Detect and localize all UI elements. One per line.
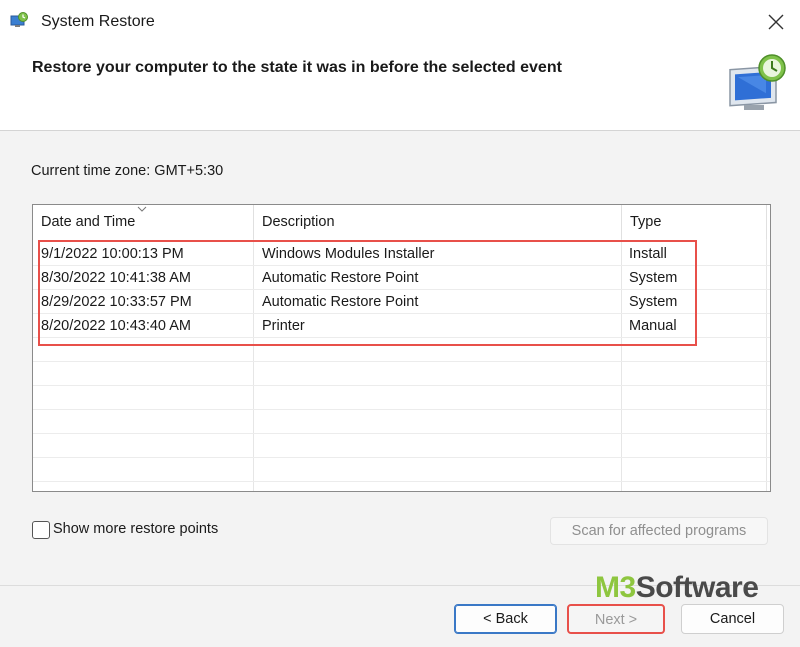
m3-software-watermark: M3Software <box>595 571 759 605</box>
close-button[interactable] <box>762 8 790 36</box>
watermark-software: Software <box>635 571 759 604</box>
timezone-label: Current time zone: GMT+5:30 <box>31 163 224 179</box>
title-bar: System Restore <box>0 0 800 46</box>
restore-points-list[interactable]: Date and Time Description Type 9/1/2022 … <box>32 204 771 492</box>
empty-row <box>33 362 770 386</box>
wizard-header: Restore your computer to the state it wa… <box>0 46 800 130</box>
annotation-highlight-box <box>38 240 697 346</box>
column-header-type-label: Type <box>630 214 662 230</box>
empty-row <box>33 386 770 410</box>
scan-affected-programs-button[interactable]: Scan for affected programs <box>550 517 768 545</box>
watermark-m3: M3 <box>595 571 636 604</box>
header-instruction: Restore your computer to the state it wa… <box>32 59 562 76</box>
show-more-label[interactable]: Show more restore points <box>53 521 218 537</box>
cancel-button[interactable]: Cancel <box>681 604 784 634</box>
system-restore-app-icon <box>10 12 28 30</box>
wizard-body: Current time zone: GMT+5:30 Date and Tim… <box>0 131 800 586</box>
column-divider <box>253 205 254 239</box>
column-header-date-label: Date and Time <box>41 214 136 230</box>
next-button[interactable]: Next > <box>567 604 665 634</box>
column-header-type[interactable]: Type <box>622 205 768 239</box>
window-title: System Restore <box>41 13 155 30</box>
restore-computer-icon <box>726 50 792 116</box>
empty-row <box>33 458 770 482</box>
column-divider <box>621 205 622 239</box>
checkbox-box[interactable] <box>32 521 50 539</box>
column-header-date[interactable]: Date and Time <box>33 205 254 239</box>
back-button[interactable]: < Back <box>454 604 557 634</box>
column-header-description[interactable]: Description <box>254 205 622 239</box>
close-icon <box>768 14 784 30</box>
column-header-description-label: Description <box>262 214 335 230</box>
sort-descending-icon <box>137 206 147 212</box>
empty-row <box>33 410 770 434</box>
empty-row <box>33 434 770 458</box>
column-divider <box>766 205 767 239</box>
